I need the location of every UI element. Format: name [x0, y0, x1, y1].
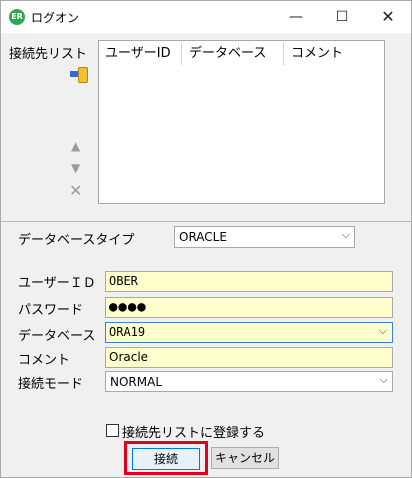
- database-type-value: ORACLE: [179, 230, 227, 244]
- chevron-down-icon[interactable]: ⌵: [379, 324, 387, 338]
- section-divider: [1, 221, 411, 222]
- database-combobox[interactable]: ORA19 ⌵: [105, 322, 393, 343]
- connect-button-highlight: 接続: [124, 441, 208, 475]
- app-icon: ER: [9, 9, 25, 25]
- connect-mode-label: 接続モード: [18, 377, 84, 392]
- database-value: ORA19: [109, 325, 146, 339]
- connection-list-label: 接続先リスト: [9, 47, 88, 62]
- remove-icon[interactable]: ✕: [69, 181, 82, 200]
- maximize-button[interactable]: ☐: [319, 1, 365, 33]
- cancel-button[interactable]: キャンセル: [211, 447, 279, 469]
- save-to-list-checkbox[interactable]: [106, 424, 119, 437]
- door-shape: [78, 67, 88, 83]
- close-button[interactable]: ✕: [365, 1, 411, 33]
- user-id-label: ユーザーＩＤ: [18, 276, 96, 291]
- user-id-input[interactable]: OBER: [105, 271, 393, 292]
- comment-label: コメント: [18, 353, 71, 368]
- login-icon[interactable]: [70, 67, 88, 83]
- password-input[interactable]: ●●●●: [105, 297, 393, 318]
- database-type-select[interactable]: ORACLE ⌵: [174, 226, 355, 248]
- minimize-button[interactable]: —: [273, 1, 319, 33]
- comment-input[interactable]: Oracle: [105, 347, 393, 368]
- connect-mode-value: NORMAL: [110, 375, 163, 389]
- column-header-comment[interactable]: コメント: [285, 43, 375, 65]
- window-title: ログオン: [31, 11, 80, 25]
- password-label: パスワード: [18, 303, 84, 318]
- move-down-icon[interactable]: ▼: [71, 161, 80, 175]
- connection-list-table[interactable]: ユーザーID データベース コメント: [98, 40, 385, 204]
- connect-button[interactable]: 接続: [132, 448, 200, 470]
- column-header-database[interactable]: データベース: [183, 43, 284, 65]
- chevron-down-icon: ⌵: [341, 228, 350, 241]
- database-type-label: データベースタイプ: [18, 233, 135, 248]
- move-up-icon[interactable]: ▲: [71, 139, 80, 153]
- database-label: データベース: [18, 329, 96, 344]
- chevron-down-icon: ⌵: [379, 373, 388, 386]
- title-bar: ER ログオン — ☐ ✕: [1, 1, 411, 33]
- column-header-user-id[interactable]: ユーザーID: [99, 43, 182, 65]
- connect-mode-select[interactable]: NORMAL ⌵: [105, 371, 393, 392]
- save-to-list-label[interactable]: 接続先リストに登録する: [122, 422, 265, 441]
- logon-dialog: ER ログオン — ☐ ✕ 接続先リスト ユーザーID データベース コメント …: [0, 0, 412, 478]
